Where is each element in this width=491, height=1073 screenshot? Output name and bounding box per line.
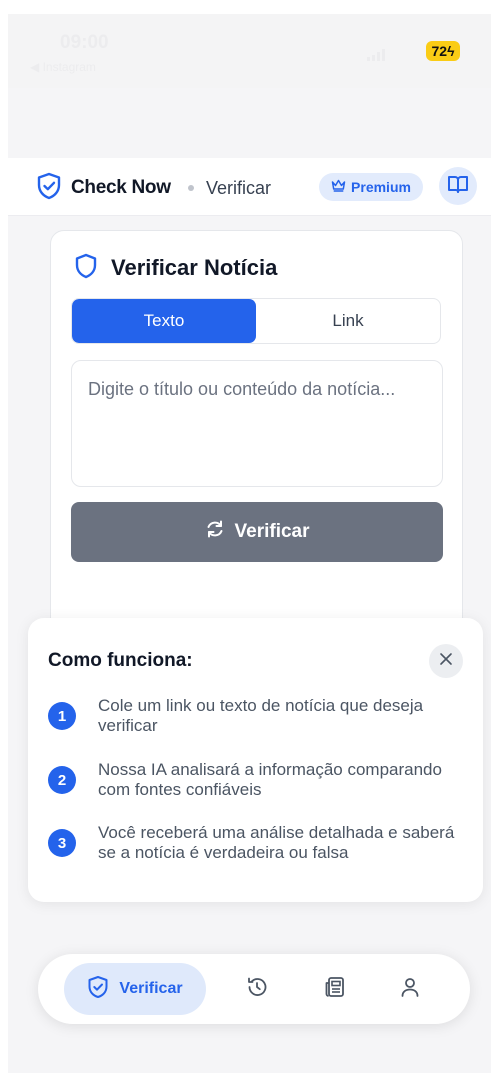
refresh-icon [205, 519, 225, 545]
nav-label: Verificar [119, 980, 183, 997]
nav-item-profile[interactable] [396, 975, 424, 1003]
app-name: Check Now [71, 177, 171, 198]
status-time: 09:00 [60, 32, 109, 53]
step-text: Você receberá uma análise detalhada e sa… [98, 823, 455, 862]
step-number: 3 [48, 829, 76, 857]
how-it-works-title: Como funciona: [48, 650, 193, 671]
app-screen: 09:00 ◀ Instagram 72 ϟ Check Now Verifica… [8, 14, 491, 1073]
verify-card: Verificar Notícia Texto Link Verificar [50, 230, 463, 650]
card-title: Verificar Notícia [111, 255, 278, 280]
status-bar: 09:00 ◀ Instagram 72 ϟ [8, 14, 491, 88]
profile-icon [398, 975, 422, 1004]
book-open-icon [447, 174, 469, 199]
shield-check-icon [87, 975, 109, 1004]
verify-button-label: Verificar [234, 521, 310, 542]
nav-item-verificar[interactable]: Verificar [64, 963, 206, 1015]
step-text: Cole um link ou texto de notícia que des… [98, 696, 424, 735]
step-number: 1 [48, 702, 76, 730]
nav-item-news[interactable] [321, 975, 349, 1003]
guide-button[interactable] [439, 167, 477, 205]
bottom-nav: Verificar [38, 954, 470, 1024]
step-number: 2 [48, 766, 76, 794]
tab-texto[interactable]: Texto [72, 299, 256, 343]
app-header: Check Now Verificar Premium [8, 158, 491, 216]
signal-icon [365, 48, 415, 62]
battery-level: 72 [431, 43, 448, 59]
charging-icon: ϟ [447, 43, 455, 59]
nav-item-history[interactable] [243, 975, 271, 1003]
tab-link[interactable]: Link [256, 299, 440, 343]
close-button[interactable] [429, 644, 463, 678]
status-back-link[interactable]: ◀ Instagram [30, 60, 96, 74]
news-content-input[interactable] [71, 360, 443, 487]
shield-check-icon [36, 172, 62, 200]
battery-indicator: 72 ϟ [426, 41, 460, 61]
close-icon [439, 652, 453, 671]
separator-dot [188, 185, 194, 191]
premium-button[interactable]: Premium [319, 173, 423, 201]
input-mode-tabs: Texto Link [71, 298, 441, 344]
premium-label: Premium [351, 179, 411, 195]
current-section: Verificar [206, 178, 272, 198]
crown-icon [331, 179, 346, 195]
history-icon [245, 975, 269, 1004]
shield-icon [74, 253, 98, 279]
step-text: Nossa IA analisará a informação comparan… [98, 760, 442, 799]
how-it-works-panel: Como funciona: 1 Cole um link ou texto d… [28, 618, 483, 902]
verify-button[interactable]: Verificar [71, 502, 443, 562]
news-icon [323, 975, 347, 1004]
